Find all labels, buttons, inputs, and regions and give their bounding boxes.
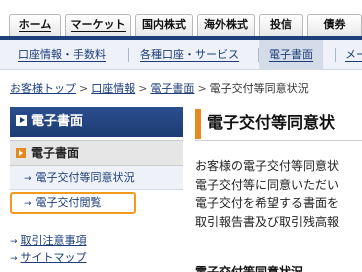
main-content: 電子交付等同意状 お客様の電子交付等同意状 電子交付等に同意いただい 電子交付を…: [195, 107, 362, 272]
tab-bonds[interactable]: 債券: [307, 14, 362, 36]
breadcrumb-electronic-documents[interactable]: 電子書面: [150, 82, 194, 95]
link-sitemap-label: サイトマップ: [20, 251, 87, 264]
sidebar-item-consent-status[interactable]: → 電子交付等同意状況: [10, 166, 183, 190]
sidebar-header-label: 電子書面: [31, 114, 84, 129]
subnav-account-info-label: 口座情報・手数料: [18, 48, 106, 62]
breadcrumb-account-info[interactable]: 口座情報: [91, 82, 135, 95]
tab-market[interactable]: マーケット: [65, 14, 131, 36]
tab-bonds-label: 債券: [323, 18, 346, 31]
tab-investment-trusts-label: 投信: [270, 18, 292, 31]
securities-account-page: ホーム マーケット 国内株式 海外株式 投信 債券 口座情報・手数料 各種口座・…: [0, 0, 362, 272]
tab-foreign-stocks-label: 海外株式: [204, 18, 248, 31]
body-line: 取引報告書及び取引残高報: [195, 214, 340, 229]
chevron-right-icon: →: [10, 254, 18, 264]
subnav-services[interactable]: 各種口座・サービス: [140, 40, 239, 70]
subnav-mail[interactable]: メー: [345, 40, 362, 70]
sub-navigation: 口座情報・手数料 各種口座・サービス 電子書面 メー: [0, 40, 362, 70]
tab-domestic-stocks[interactable]: 国内株式: [135, 14, 193, 36]
tab-home[interactable]: ホーム: [9, 14, 61, 36]
sidebar-item-electronic-delivery-view[interactable]: → 電子交付閲覧: [10, 192, 136, 214]
link-trading-notes[interactable]: → 取引注意事項: [10, 232, 87, 249]
link-sitemap[interactable]: → サイトマップ: [10, 249, 87, 266]
subnav-electronic-documents-label: 電子書面: [269, 48, 313, 62]
section-heading: 電子交付等同意状況: [195, 265, 304, 272]
tab-foreign-stocks[interactable]: 海外株式: [197, 14, 255, 36]
subnav-divider: [335, 48, 336, 62]
sidebar-group: 電子書面: [10, 140, 183, 166]
subnav-mail-label: メー: [345, 48, 362, 62]
arrow-right-icon: [16, 147, 26, 158]
breadcrumb-separator: >: [138, 82, 148, 95]
main-body: お客様の電子交付等同意状 電子交付等に同意いただい 電子交付を希望する書面を 取…: [195, 157, 362, 231]
sidebar-header[interactable]: 電子書面: [10, 107, 183, 137]
sidebar-links: → 取引注意事項 → サイトマップ: [10, 232, 87, 266]
tab-home-label: ホーム: [18, 18, 52, 32]
subnav-electronic-documents[interactable]: 電子書面: [259, 40, 323, 70]
chevron-right-icon: →: [24, 174, 32, 184]
body-line: 電子交付を希望する書面を: [195, 196, 340, 210]
body-line: 電子交付等に同意いただい: [195, 177, 340, 192]
chevron-right-icon: →: [10, 237, 18, 247]
breadcrumb-current: 電子交付等同意状況: [209, 82, 309, 95]
subnav-account-info[interactable]: 口座情報・手数料: [18, 40, 106, 70]
top-navigation: ホーム マーケット 国内株式 海外株式 投信 債券: [0, 0, 362, 40]
subnav-divider: [128, 48, 129, 62]
body-line: お客様の電子交付等同意状: [195, 159, 340, 173]
sidebar-item-label: 電子交付等同意状況: [35, 171, 135, 184]
tab-market-label: マーケット: [70, 18, 126, 32]
page-title: 電子交付等同意状: [195, 107, 362, 141]
breadcrumb-separator: >: [79, 82, 89, 95]
tab-domestic-stocks-label: 国内株式: [142, 18, 186, 31]
arrow-right-icon: [16, 115, 27, 126]
breadcrumb: お客様トップ > 口座情報 > 電子書面 > 電子交付等同意状況: [10, 80, 309, 96]
sidebar-group-label: 電子書面: [31, 146, 80, 160]
sidebar: 電子書面 電子書面 → 電子交付等同意状況 → 電子交付閲覧: [10, 107, 183, 214]
tab-investment-trusts[interactable]: 投信: [259, 14, 303, 36]
link-trading-notes-label: 取引注意事項: [20, 234, 87, 247]
sidebar-item-label: 電子交付閲覧: [35, 196, 102, 209]
breadcrumb-customer-top[interactable]: お客様トップ: [10, 82, 76, 95]
chevron-right-icon: →: [24, 199, 32, 209]
breadcrumb-separator: >: [197, 82, 207, 95]
subnav-services-label: 各種口座・サービス: [140, 48, 239, 62]
